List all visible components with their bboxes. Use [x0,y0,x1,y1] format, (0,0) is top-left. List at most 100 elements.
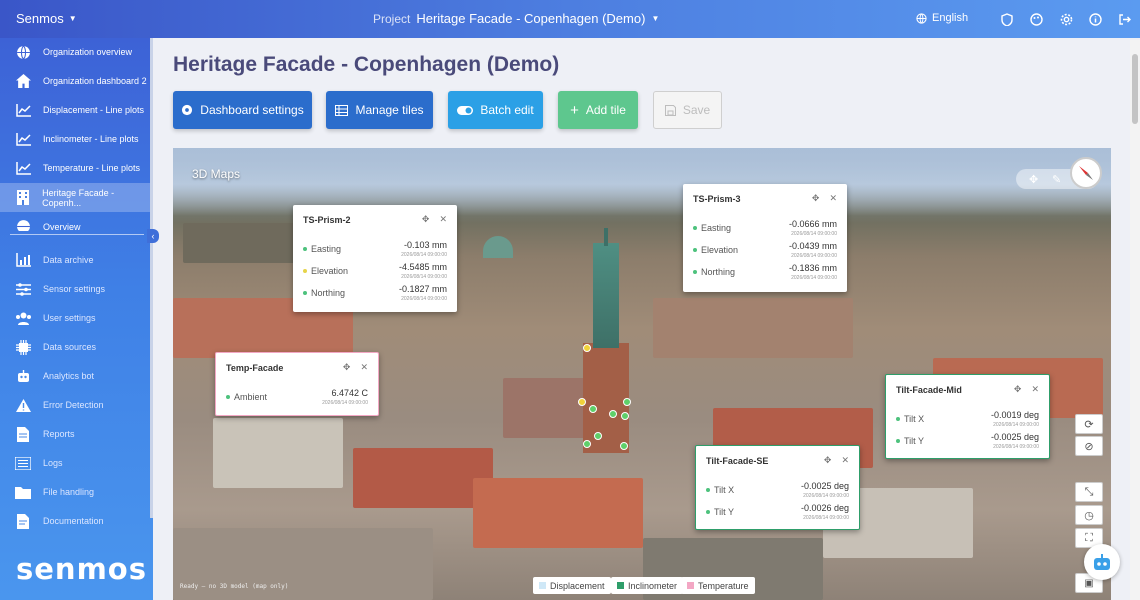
sidebar-item-user-settings[interactable]: User settings [0,304,150,332]
move-icon[interactable]: ✥ [1029,173,1038,186]
sidebar-item-label: Data archive [43,255,94,265]
sidebar-item-error-detection[interactable]: Error Detection [0,391,150,419]
sidebar-item-logs[interactable]: Logs [0,449,150,477]
shield-icon[interactable] [999,11,1015,27]
rotate-view-button[interactable]: ⟳ [1075,414,1103,434]
sensor-marker[interactable] [583,440,591,448]
reading-name: Northing [701,267,736,277]
status-dot-icon [896,439,900,443]
reading-value: -0.103 mm [403,240,447,250]
gear-icon[interactable] [1058,11,1074,27]
move-icon[interactable]: ✥ [824,455,832,466]
button-label: Batch edit [480,103,534,117]
move-icon[interactable]: ✥ [422,214,430,225]
close-icon[interactable]: ✕ [829,193,837,204]
close-icon[interactable]: ✕ [1031,384,1039,395]
sidebar-item-data-sources[interactable]: Data sources [0,333,150,361]
move-icon[interactable]: ✥ [343,362,351,373]
save-button[interactable]: Save [653,91,722,129]
sidebar-item-documentation[interactable]: Documentation [0,507,150,535]
legend-item-inclinometer[interactable]: Inclinometer [611,577,684,594]
sensor-marker[interactable] [623,398,631,406]
legend-swatch [539,582,546,589]
sensor-card-tilt-facade-se[interactable]: Tilt-Facade-SE ✥ ✕ Tilt X -0.0025 deg 202… [695,445,860,530]
sensor-marker[interactable] [589,405,597,413]
batch-edit-button[interactable]: Batch edit [448,91,543,129]
sensor-card-temp-facade[interactable]: Temp-Facade ✥ ✕ Ambient 6.4742 C 2026/08/… [215,352,379,416]
project-label: Project [373,11,411,26]
legend-item-displacement[interactable]: Displacement [533,577,611,594]
sensor-marker[interactable] [578,398,586,406]
sidebar-item-temperature-line-plots[interactable]: Temperature - Line plots [0,154,150,182]
card-title: TS-Prism-2 [303,215,351,225]
reading-row: Tilt X -0.0019 deg 2026/08/14 09:00:00 [896,410,1039,432]
sidebar-item-data-archive[interactable]: Data archive [0,246,150,274]
top-bar: Senmos ▼ Project Heritage Facade - Copen… [0,0,1140,38]
sidebar-item-organization-overview[interactable]: Organization overview [0,38,150,66]
page-scrollbar[interactable] [1130,40,1140,600]
reading-timestamp: 2026/08/14 09:00:00 [791,253,837,259]
reading-value: -0.0025 deg [800,481,849,491]
history-button[interactable]: ◷ [1075,505,1103,525]
sidebar-item-inclinometer-line-plots[interactable]: Inclinometer - Line plots [0,125,150,153]
globe-icon [14,217,32,231]
language-selector[interactable]: English [916,12,968,24]
card-title: Tilt-Facade-SE [706,456,769,466]
info-icon[interactable] [1087,11,1103,27]
sidebar-item-overview[interactable]: Overview [0,213,150,231]
close-icon[interactable]: ✕ [841,455,849,466]
reading-timestamp: 2026/08/14 09:00:00 [322,400,368,406]
sidebar-item-label: Inclinometer - Line plots [43,134,139,144]
sidebar-item-file-handling[interactable]: File handling [0,478,150,506]
move-icon[interactable]: ✥ [812,193,820,204]
close-icon[interactable]: ✕ [439,214,447,225]
collapse-view-button[interactable]: ⤡ [1075,482,1103,502]
brand-menu[interactable]: Senmos ▼ [16,11,77,26]
legend-item-temperature[interactable]: Temperature [681,577,755,594]
sensor-card-tilt-facade-mid[interactable]: Tilt-Facade-Mid ✥ ✕ Tilt X -0.0019 deg 20… [885,374,1050,459]
close-icon[interactable]: ✕ [360,362,368,373]
reading-row: Northing -0.1827 mm 2026/08/14 09:00:00 [303,284,447,306]
project-selector[interactable]: Project Heritage Facade - Copenhagen (De… [373,11,659,26]
map-status: Ready — no 3D model (map only) [180,583,289,590]
map-building [473,478,643,548]
reading-value: -0.0019 deg [990,410,1039,420]
chat-bot-button[interactable] [1084,544,1120,580]
reading-timestamp: 2026/08/14 09:00:00 [791,231,837,237]
manage-tiles-button[interactable]: Manage tiles [326,91,433,129]
sensor-marker[interactable] [583,344,591,352]
sensor-card-ts-prism-3[interactable]: TS-Prism-3 ✥ ✕ Easting -0.0666 mm 2026/08… [683,184,847,292]
logout-icon[interactable] [1116,11,1132,27]
sidebar-item-reports[interactable]: Reports [0,420,150,448]
sidebar-item-displacement-line-plots[interactable]: Displacement - Line plots [0,96,150,124]
sidebar-collapse-button[interactable]: ‹ [147,229,159,243]
sidebar-item-sensor-settings[interactable]: Sensor settings [0,275,150,303]
rotate-icon: ⟳ [1084,418,1094,431]
reading-value: -0.1827 mm [398,284,447,294]
move-icon[interactable]: ✥ [1014,384,1022,395]
gear-icon [182,104,193,116]
sensor-marker[interactable] [621,412,629,420]
sensor-marker[interactable] [609,410,617,418]
reading-name: Ambient [234,392,268,402]
sidebar-item-heritage-facade[interactable]: Heritage Facade - Copenh... [0,183,150,212]
sensor-marker[interactable] [594,432,602,440]
compass-button[interactable] [1070,157,1102,189]
hide-markers-button[interactable]: ⊘ [1075,436,1103,456]
scrollbar-thumb[interactable] [1132,54,1138,124]
sensor-card-ts-prism-2[interactable]: TS-Prism-2 ✥ ✕ Easting -0.103 mm 2026/08/… [293,205,457,312]
data-archive-icon [14,251,32,269]
sidebar-item-label: Error Detection [43,400,104,410]
map-spire-tip [604,228,608,246]
sidebar-scrollbar[interactable] [150,38,153,518]
add-tile-button[interactable]: + Add tile [558,91,638,129]
building-icon [14,189,31,207]
caret-down-icon: ▼ [651,14,660,23]
sensor-marker[interactable] [620,442,628,450]
edit-icon[interactable]: ✎ [1052,173,1061,186]
palette-icon[interactable] [1028,11,1044,27]
reading-timestamp: 2026/08/14 09:00:00 [791,275,837,281]
sidebar-item-analytics-bot[interactable]: Analytics bot [0,362,150,390]
sidebar-item-organization-dashboard-2[interactable]: Organization dashboard 2 [0,67,150,95]
dashboard-settings-button[interactable]: Dashboard settings [173,91,312,129]
